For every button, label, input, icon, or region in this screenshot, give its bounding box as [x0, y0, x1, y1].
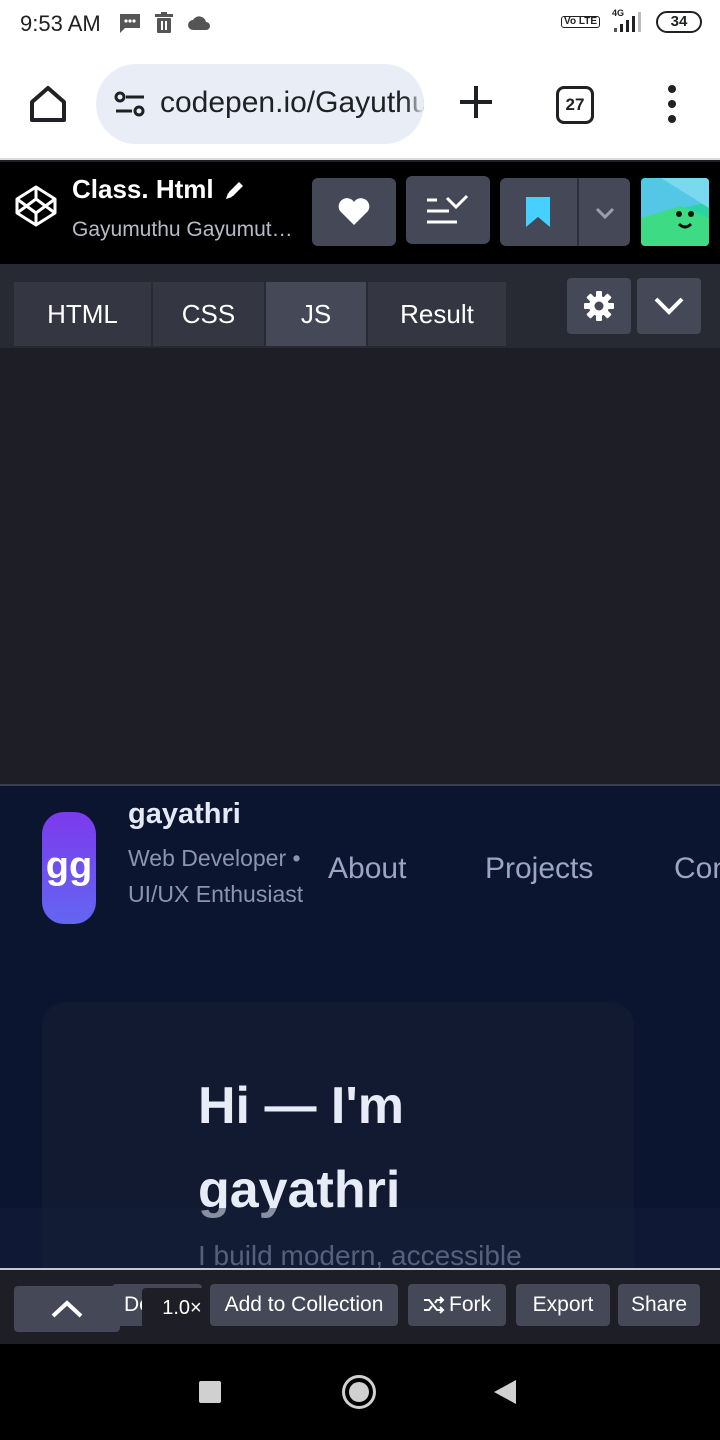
add-to-collection-button[interactable]: Add to Collection [210, 1284, 398, 1326]
settings-button[interactable] [567, 278, 631, 334]
fork-icon [424, 1296, 445, 1315]
chevron-down-icon[interactable] [595, 207, 615, 219]
site-logo[interactable]: gg [42, 812, 96, 924]
avatar-face-icon [641, 178, 709, 246]
home-icon[interactable] [26, 82, 70, 126]
pencil-icon[interactable] [224, 179, 246, 201]
site-settings-icon[interactable] [114, 90, 146, 118]
change-view-button[interactable] [406, 176, 490, 244]
export-button[interactable]: Export [516, 1284, 610, 1326]
address-bar[interactable]: codepen.io/Gayuthu [96, 64, 424, 144]
love-button[interactable] [312, 178, 396, 246]
result-preview: gg gayathri Web Developer • UI/UX Enthus… [0, 784, 720, 1268]
nav-projects-link[interactable]: Projects [485, 852, 593, 886]
editor-options-button[interactable] [637, 278, 701, 334]
share-button[interactable]: Share [618, 1284, 700, 1326]
nav-contact-link[interactable]: Contact [674, 852, 720, 886]
nav-about-link[interactable]: About [328, 852, 406, 886]
status-bar: 9:53 AM Vo LTE 4G 34 [0, 0, 720, 48]
pen-author[interactable]: Gayumuthu Gayumuthu [72, 218, 294, 242]
recent-apps-icon[interactable] [199, 1381, 221, 1403]
pen-title[interactable]: Class. Html [72, 174, 246, 205]
editor-area: HTML CSS JS Result [0, 264, 720, 784]
chevron-down-icon [654, 297, 684, 315]
back-icon[interactable] [494, 1380, 516, 1404]
tab-result[interactable]: Result [368, 282, 506, 346]
toggle-console-button[interactable] [14, 1286, 120, 1332]
user-avatar[interactable] [641, 178, 709, 246]
system-status: Vo LTE 4G 34 [561, 8, 702, 34]
cloud-icon [188, 16, 210, 30]
bookmark-icon [526, 197, 550, 227]
url-text: codepen.io/Gayuthu [160, 86, 424, 119]
pen-title-text: Class. Html [72, 174, 214, 204]
editor-tab-strip: HTML CSS JS Result [0, 264, 720, 348]
message-icon [120, 14, 140, 33]
site-tagline: Web Developer • UI/UX Enthusiast [128, 845, 304, 907]
bookmark-button[interactable] [500, 178, 630, 246]
status-time: 9:53 AM [20, 11, 101, 36]
fork-button[interactable]: Fork [408, 1284, 506, 1326]
layout-icon [427, 194, 469, 224]
hero-title: Hi — I'm gayathri [198, 1077, 404, 1219]
new-tab-icon[interactable] [456, 82, 496, 122]
system-nav-bar [0, 1344, 720, 1440]
battery-icon: 34 [656, 11, 702, 33]
browser-toolbar: codepen.io/Gayuthu 27 [0, 48, 720, 160]
site-name: gayathri [128, 798, 241, 830]
volte-icon: Vo LTE [561, 16, 600, 28]
heart-icon [338, 198, 370, 225]
notification-icons [118, 12, 212, 34]
trash-icon [155, 12, 173, 33]
tab-switcher-button[interactable]: 27 [556, 86, 594, 124]
codepen-logo-icon[interactable] [14, 184, 58, 228]
chevron-up-icon [51, 1300, 83, 1318]
more-menu-icon[interactable] [664, 84, 680, 124]
tab-css[interactable]: CSS [153, 282, 264, 346]
tab-html[interactable]: HTML [14, 282, 151, 346]
pen-footer-toolbar: Delete 1.0× Add to Collection Fork Expor… [0, 1268, 720, 1344]
gear-icon [584, 291, 614, 321]
codepen-header: Class. Html Gayumuthu Gayumuthu [0, 162, 720, 264]
tab-js[interactable]: JS [266, 282, 366, 346]
fork-label: Fork [449, 1293, 491, 1316]
signal-icon: 4G [610, 8, 646, 34]
home-nav-icon[interactable] [342, 1375, 376, 1409]
